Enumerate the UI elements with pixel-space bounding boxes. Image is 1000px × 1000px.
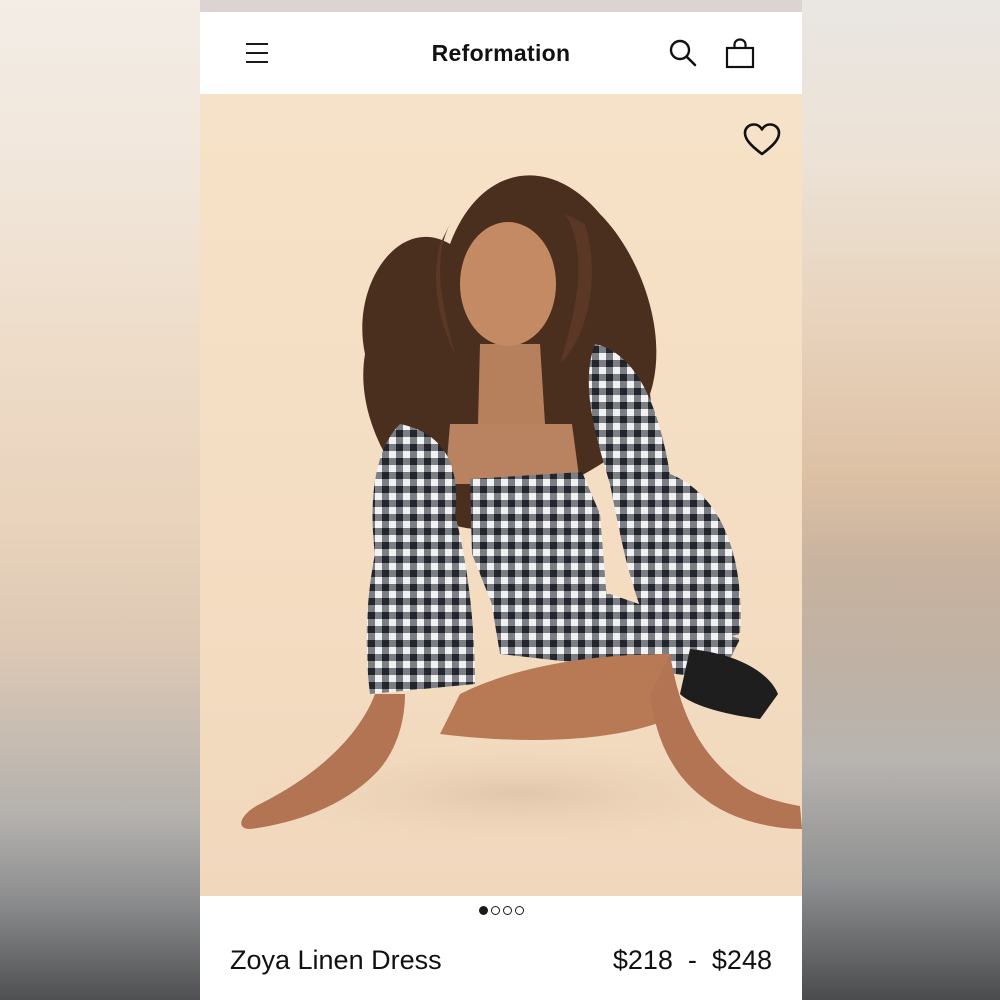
shopping-bag-icon — [725, 38, 755, 69]
hamburger-menu-icon-line — [246, 52, 268, 54]
phone-screen: Reformation Zoya Linen Dress $218 - $248 — [200, 0, 802, 1000]
hamburger-menu-icon-line — [246, 61, 268, 63]
carousel-dot[interactable] — [514, 906, 524, 915]
product-name[interactable]: Zoya Linen Dress — [230, 945, 442, 976]
favorite-button[interactable] — [740, 118, 784, 162]
carousel-indicator — [200, 906, 802, 920]
product-price: $218 - $248 — [612, 945, 772, 975]
product-image[interactable] — [200, 94, 802, 896]
product-photo — [220, 175, 802, 854]
heart-icon — [743, 123, 781, 156]
menu-button[interactable] — [244, 40, 270, 66]
blurred-background-right — [802, 0, 1000, 1000]
search-button[interactable] — [668, 38, 698, 68]
carousel-dot[interactable] — [490, 906, 500, 915]
carousel-dot[interactable] — [502, 906, 512, 915]
carousel-dot[interactable] — [478, 906, 488, 915]
app-header: Reformation — [200, 12, 802, 94]
status-strip — [200, 0, 802, 12]
search-icon — [669, 39, 697, 67]
hamburger-menu-icon — [246, 43, 268, 45]
brand-logo: Reformation — [431, 40, 571, 66]
shopping-bag-button[interactable] — [724, 38, 756, 70]
